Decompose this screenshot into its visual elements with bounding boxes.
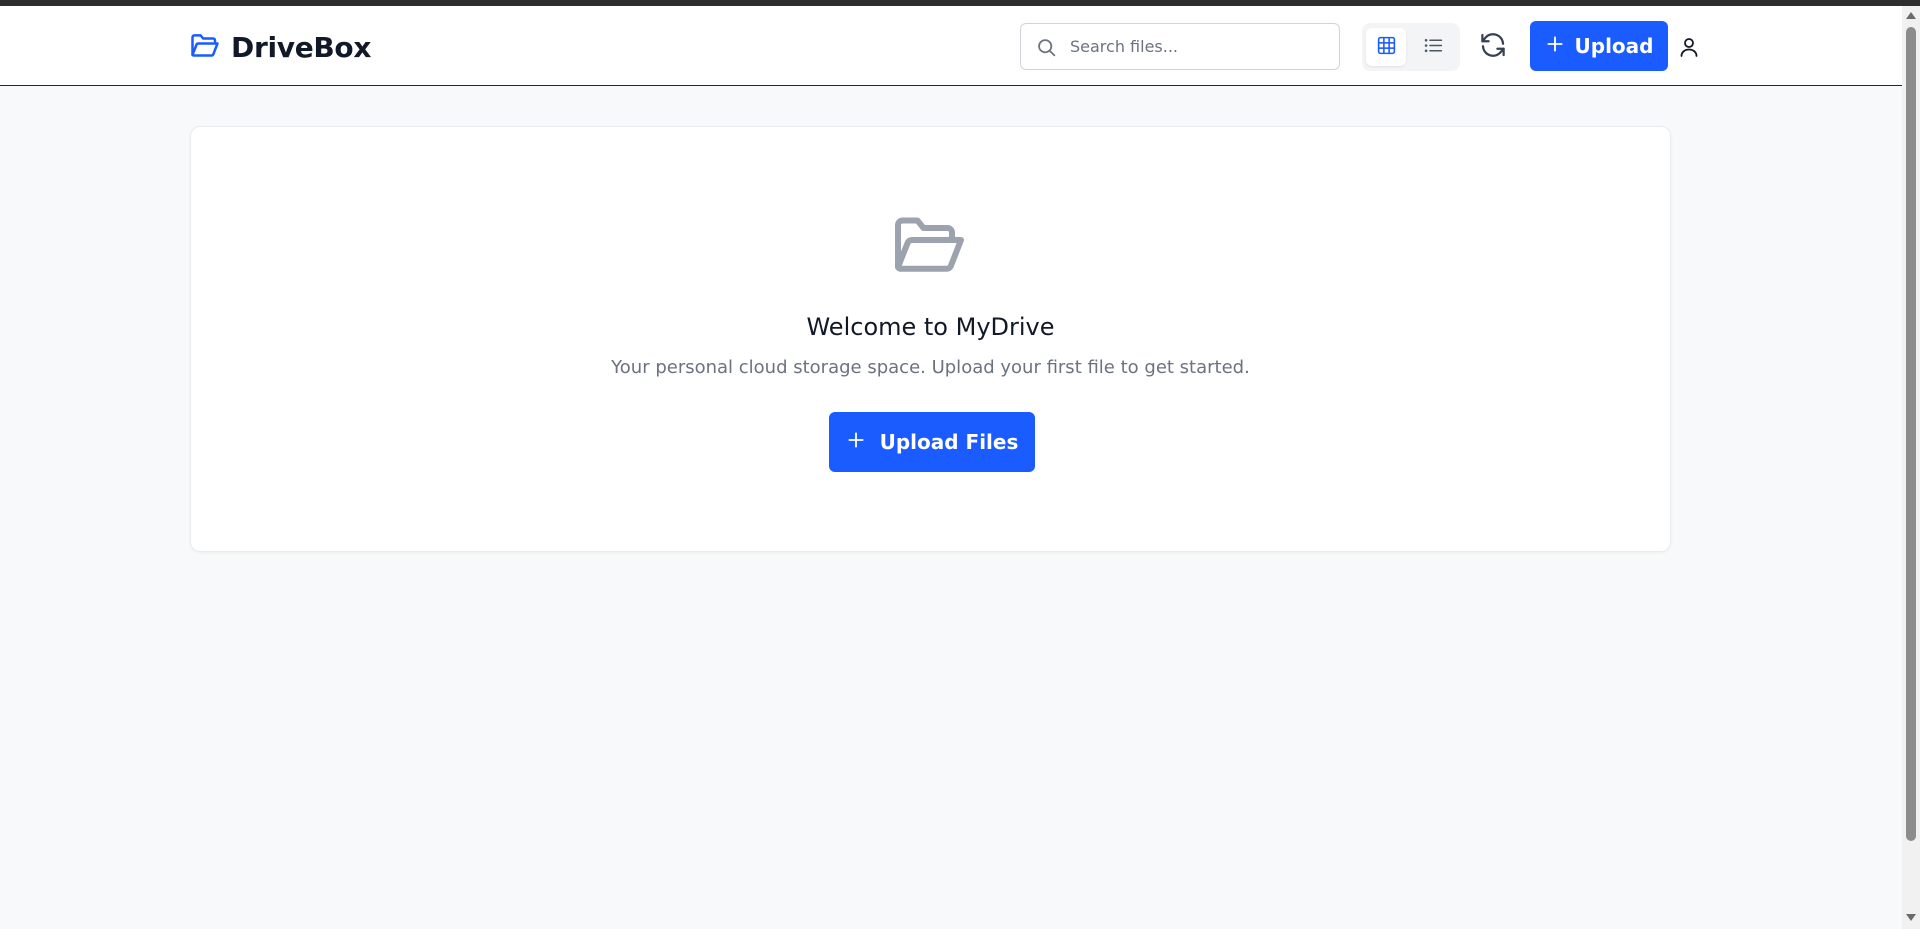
brand[interactable]: DriveBox bbox=[190, 31, 371, 64]
upload-files-button[interactable]: Upload Files bbox=[829, 412, 1035, 472]
refresh-icon bbox=[1478, 30, 1508, 64]
app-header: DriveBox Search files... Upload bbox=[0, 6, 1902, 86]
search-input[interactable] bbox=[1070, 24, 1330, 69]
scroll-down-arrow-icon[interactable] bbox=[1906, 914, 1916, 921]
refresh-button[interactable] bbox=[1477, 31, 1509, 63]
list-view-icon bbox=[1423, 35, 1444, 60]
user-icon bbox=[1677, 38, 1701, 63]
upload-button[interactable]: Upload bbox=[1530, 21, 1668, 71]
list-view-button[interactable] bbox=[1413, 28, 1453, 66]
folder-open-icon bbox=[190, 32, 220, 64]
plus-icon bbox=[846, 430, 866, 455]
brand-name: DriveBox bbox=[231, 31, 372, 64]
empty-state-subtitle: Your personal cloud storage space. Uploa… bbox=[611, 357, 1250, 378]
search-box bbox=[1020, 23, 1340, 70]
upload-files-label: Upload Files bbox=[879, 430, 1019, 454]
page-scrollbar[interactable] bbox=[1902, 6, 1920, 929]
upload-button-label: Upload bbox=[1574, 34, 1654, 58]
empty-state-title: Welcome to MyDrive bbox=[806, 313, 1055, 341]
user-menu-button[interactable] bbox=[1677, 35, 1701, 59]
scrollbar-thumb[interactable] bbox=[1906, 27, 1916, 841]
view-toggle bbox=[1362, 23, 1460, 71]
folder-open-icon bbox=[892, 212, 970, 280]
plus-icon bbox=[1545, 34, 1565, 59]
scroll-up-arrow-icon[interactable] bbox=[1906, 12, 1916, 19]
grid-view-icon bbox=[1376, 35, 1397, 60]
empty-state-card: Welcome to MyDrive Your personal cloud s… bbox=[190, 126, 1671, 552]
grid-view-button[interactable] bbox=[1366, 28, 1406, 66]
